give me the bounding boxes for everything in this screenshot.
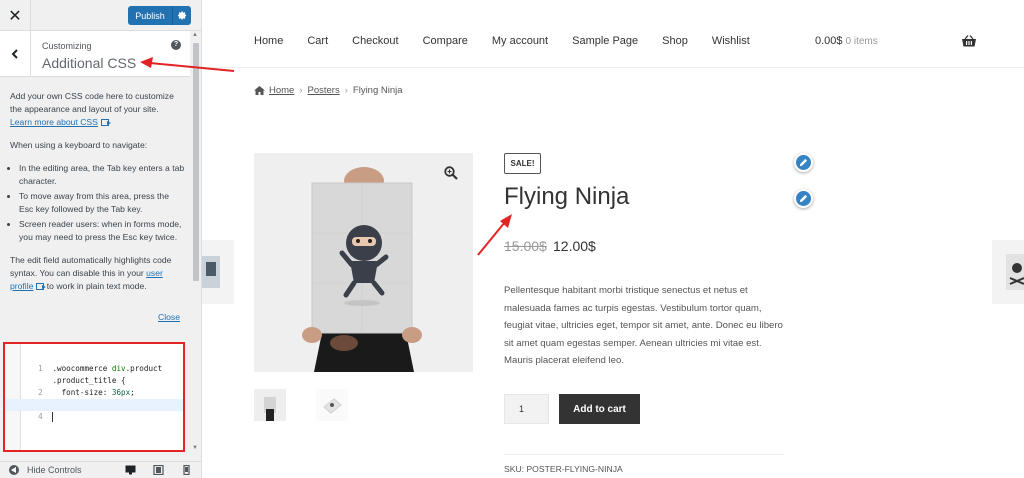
breadcrumb: Home › Posters › Flying Ninja bbox=[254, 85, 403, 96]
product-sku: SKU: POSTER-FLYING-NINJA bbox=[504, 464, 623, 474]
code-line-active[interactable]: 4 bbox=[5, 399, 183, 422]
ninja-poster-image bbox=[254, 153, 473, 372]
external-link-icon bbox=[100, 119, 111, 127]
css-code-editor[interactable]: 1 .woocommerce div.product .product_title… bbox=[3, 342, 185, 452]
chevron-left-icon bbox=[11, 49, 18, 59]
previous-product-nav[interactable] bbox=[202, 240, 234, 304]
product-main-image[interactable] bbox=[254, 153, 473, 372]
edit-shortcut-button[interactable] bbox=[794, 153, 813, 172]
primary-navigation: Home Cart Checkout Compare My account Sa… bbox=[254, 35, 774, 49]
css-description: Add your own CSS code here to customize … bbox=[10, 90, 185, 303]
add-to-cart-button[interactable]: Add to cart bbox=[559, 394, 640, 424]
code-line[interactable]: 2 font-size: 36px; bbox=[5, 375, 183, 397]
back-button[interactable] bbox=[0, 31, 31, 77]
keyboard-tips: In the editing area, the Tab key enters … bbox=[10, 162, 185, 244]
regular-price: 15.00$ bbox=[504, 238, 547, 254]
intro-text: Add your own CSS code here to customize … bbox=[10, 91, 174, 114]
desktop-icon[interactable] bbox=[125, 465, 136, 475]
collapse-arrow-icon[interactable] bbox=[9, 465, 19, 475]
publish-label: Publish bbox=[135, 10, 165, 21]
breadcrumb-current: Flying Ninja bbox=[352, 85, 403, 96]
thumbnail-image bbox=[316, 389, 348, 421]
home-icon bbox=[254, 86, 265, 95]
previous-product-thumbnail bbox=[202, 256, 220, 288]
breadcrumb-posters[interactable]: Posters bbox=[308, 85, 340, 96]
nav-sample-page[interactable]: Sample Page bbox=[572, 35, 638, 49]
nav-cart[interactable]: Cart bbox=[307, 35, 328, 49]
cart-item-count: 0 items bbox=[845, 36, 878, 47]
close-icon: ✕ bbox=[8, 7, 22, 25]
code-line[interactable]: .product_title { bbox=[5, 363, 183, 385]
cart-amount: 0.00$ bbox=[815, 35, 843, 47]
breadcrumb-separator: › bbox=[344, 85, 348, 96]
learn-more-label: Learn more about CSS bbox=[10, 117, 98, 127]
scroll-up-icon[interactable]: ▲ bbox=[192, 32, 198, 38]
pencil-icon bbox=[799, 158, 808, 167]
line-number: 4 bbox=[38, 412, 43, 421]
external-link-icon bbox=[36, 283, 47, 291]
nav-compare[interactable]: Compare bbox=[423, 35, 468, 49]
next-product-thumbnail bbox=[1006, 254, 1024, 290]
gear-icon[interactable] bbox=[172, 6, 191, 25]
breadcrumb-home[interactable]: Home bbox=[269, 85, 294, 96]
keyboard-intro: When using a keyboard to navigate: bbox=[10, 140, 148, 150]
meta-divider bbox=[504, 454, 784, 455]
mobile-icon[interactable] bbox=[181, 465, 192, 475]
header-cart-link[interactable]: 0.00$ 0 items bbox=[815, 35, 878, 47]
section-title: Additional CSS bbox=[42, 55, 137, 71]
close-customizer-button[interactable]: ✕ bbox=[0, 0, 31, 31]
code-line[interactable]: 1 .woocommerce div.product bbox=[5, 351, 183, 373]
close-help-link[interactable]: Close bbox=[158, 312, 180, 322]
pencil-icon bbox=[799, 194, 808, 203]
customizing-label: Customizing bbox=[42, 41, 92, 51]
scrollbar[interactable]: ▲ ▼ bbox=[191, 31, 201, 456]
code-line[interactable]: 3} bbox=[5, 387, 183, 409]
customizer-header: ✕ Publish bbox=[0, 0, 201, 31]
customizer-footer: Hide Controls bbox=[0, 461, 201, 478]
sale-badge: SALE! bbox=[504, 153, 541, 174]
customizer-panel: ✕ Publish Customizing Additional CSS ? ▲… bbox=[0, 0, 202, 478]
nav-checkout[interactable]: Checkout bbox=[352, 35, 398, 49]
gallery-thumbnail-1[interactable] bbox=[254, 389, 286, 421]
nav-wishlist[interactable]: Wishlist bbox=[712, 35, 750, 49]
publish-button[interactable]: Publish bbox=[128, 6, 191, 25]
site-preview: Home Cart Checkout Compare My account Sa… bbox=[202, 0, 1024, 478]
list-item: In the editing area, the Tab key enters … bbox=[19, 162, 185, 188]
breadcrumb-separator: › bbox=[299, 85, 303, 96]
zoom-icon[interactable] bbox=[444, 166, 458, 180]
header-divider bbox=[202, 67, 1024, 68]
nav-my-account[interactable]: My account bbox=[492, 35, 548, 49]
scroll-down-icon[interactable]: ▼ bbox=[192, 445, 198, 451]
highlight-text-end: to work in plain text mode. bbox=[44, 281, 147, 291]
next-product-nav[interactable] bbox=[992, 240, 1024, 304]
basket-icon[interactable] bbox=[962, 35, 976, 47]
text-cursor bbox=[52, 412, 54, 422]
nav-shop[interactable]: Shop bbox=[662, 35, 688, 49]
hide-controls-button[interactable]: Hide Controls bbox=[27, 465, 82, 475]
product-short-description: Pellentesque habitant morbi tristique se… bbox=[504, 285, 783, 366]
sale-price: 12.00$ bbox=[553, 238, 596, 254]
highlight-note: The edit field automatically highlights … bbox=[10, 254, 185, 293]
section-header: Customizing Additional CSS ? bbox=[0, 31, 190, 77]
list-item: Screen reader users: when in forms mode,… bbox=[19, 218, 185, 244]
list-item: To move away from this area, press the E… bbox=[19, 190, 185, 216]
tablet-icon[interactable] bbox=[153, 465, 164, 475]
edit-shortcut-button[interactable] bbox=[794, 189, 813, 208]
product-title: Flying Ninja bbox=[504, 183, 630, 210]
thumbnail-image bbox=[254, 389, 286, 421]
help-icon[interactable]: ? bbox=[171, 40, 181, 50]
gallery-thumbnail-2[interactable] bbox=[316, 389, 348, 421]
scrollbar-thumb[interactable] bbox=[193, 43, 199, 281]
quantity-input[interactable]: 1 bbox=[504, 394, 549, 424]
learn-more-link[interactable]: Learn more about CSS bbox=[10, 117, 98, 127]
nav-home[interactable]: Home bbox=[254, 35, 283, 49]
